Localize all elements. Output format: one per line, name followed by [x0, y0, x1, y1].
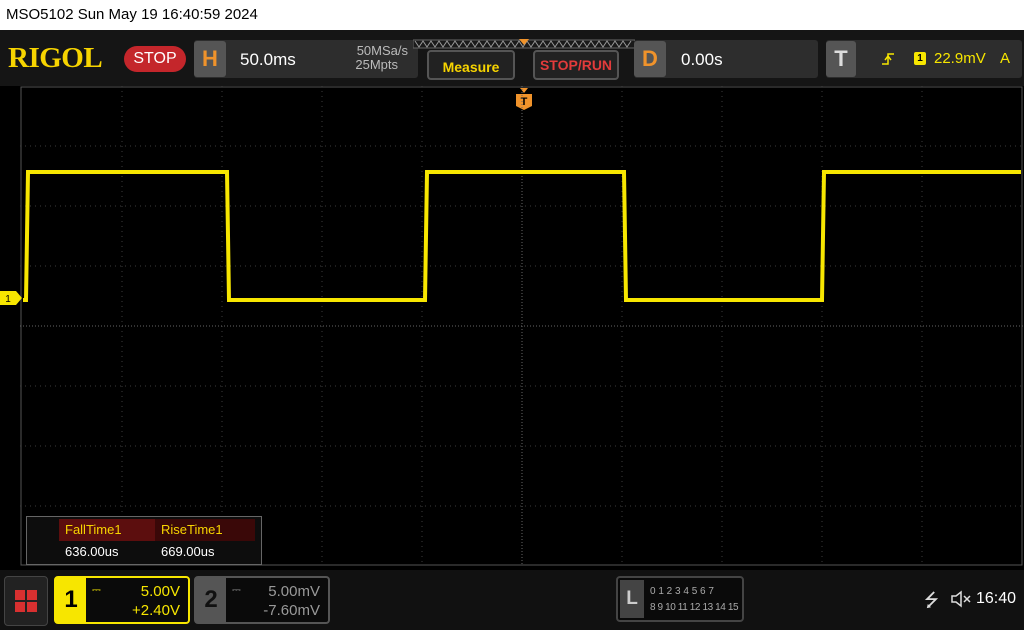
- waveform-display[interactable]: [20, 86, 1024, 566]
- dc-coupling-icon: ⎓: [92, 584, 101, 596]
- title-bar-text: MSO5102 Sun May 19 16:40:59 2024: [6, 6, 258, 23]
- logic-row2: 8 9 10 11 12 13 14 15: [650, 602, 739, 613]
- timebase-value: 50.0ms: [240, 50, 296, 69]
- measurement-label: FallTime1: [59, 519, 155, 541]
- speaker-muted-icon[interactable]: [950, 590, 972, 608]
- delay-letter: D: [634, 41, 666, 77]
- title-bar: MSO5102 Sun May 19 16:40:59 2024: [0, 0, 1024, 30]
- channel2-scale: 5.00mV: [268, 583, 320, 600]
- channel1-settings[interactable]: 1 ⎓ 5.00V +2.40V: [54, 576, 190, 624]
- menu-grid-icon: [15, 590, 37, 612]
- trigger-source-badge: 1: [914, 52, 926, 65]
- delay-value: 0.00s: [681, 50, 723, 69]
- channel1-marker[interactable]: 1: [0, 291, 22, 305]
- measurement-value: 636.00us: [65, 544, 119, 559]
- logic-letter: L: [620, 580, 644, 618]
- measurement-label: RiseTime1: [155, 519, 255, 541]
- run-state-badge[interactable]: STOP: [124, 46, 186, 72]
- memory-position-bar[interactable]: [413, 38, 635, 50]
- measure-button[interactable]: Measure: [427, 50, 515, 80]
- channel1-marker-label: 1: [5, 294, 11, 305]
- sample-rate: 50MSa/s: [356, 43, 408, 58]
- channel2-number: 2: [196, 578, 226, 622]
- trigger-panel[interactable]: T 1 22.9mV A: [826, 40, 1022, 78]
- logic-channels[interactable]: L 0 1 2 3 4 5 6 7 8 9 10 11 12 13 14 15: [616, 576, 744, 622]
- rigol-logo: RIGOL: [8, 42, 103, 74]
- delay-panel[interactable]: D 0.00s: [634, 40, 818, 78]
- horizontal-letter: H: [194, 41, 226, 77]
- trigger-letter: T: [826, 41, 856, 77]
- measurement-rise-time: RiseTime1 669.00us: [155, 519, 255, 563]
- logic-row1: 0 1 2 3 4 5 6 7: [650, 586, 714, 597]
- stop-run-button[interactable]: STOP/RUN: [533, 50, 619, 80]
- channel1-scale: 5.00V: [140, 583, 180, 600]
- dc-coupling-icon: ⎓: [232, 584, 241, 596]
- rising-edge-icon: [882, 53, 894, 65]
- memory-depth: 25Mpts: [355, 57, 398, 72]
- trigger-level: 22.9mV: [934, 50, 986, 67]
- usb-icon: ⭍: [924, 590, 939, 610]
- measurement-fall-time: FallTime1 636.00us: [59, 519, 155, 563]
- graticule: [20, 86, 1024, 566]
- horizontal-panel[interactable]: H 50.0ms 50MSa/s 25Mpts: [194, 40, 418, 78]
- menu-button[interactable]: [4, 576, 48, 626]
- clock: 16:40: [976, 590, 1017, 607]
- channel1-number: 1: [56, 578, 86, 622]
- channel2-settings[interactable]: 2 ⎓ 5.00mV -7.60mV: [194, 576, 330, 624]
- trigger-mode: A: [1000, 50, 1011, 67]
- channel2-offset: -7.60mV: [263, 602, 320, 619]
- channel1-offset: +2.40V: [132, 602, 180, 619]
- measurement-value: 669.00us: [161, 544, 215, 559]
- measurement-panel[interactable]: FallTime1 636.00us RiseTime1 669.00us: [26, 516, 262, 565]
